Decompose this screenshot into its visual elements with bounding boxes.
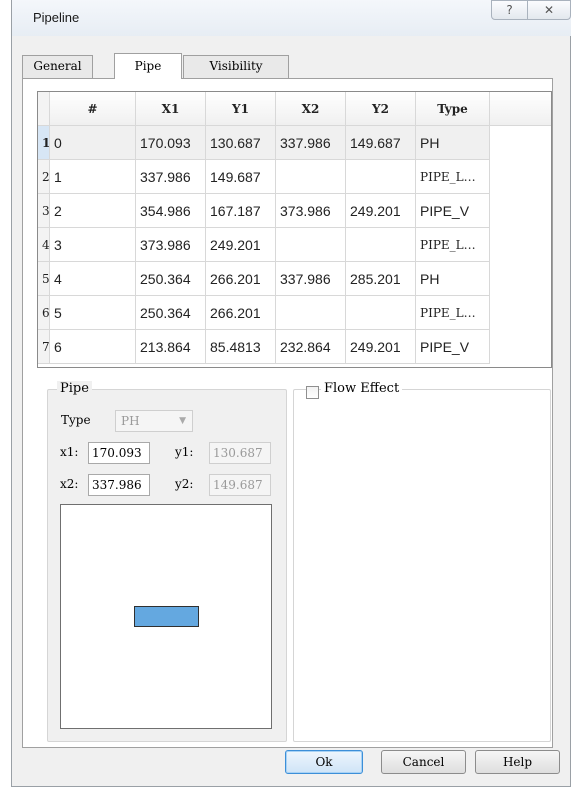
cell-index[interactable]: 5 (50, 296, 136, 330)
cell-x1[interactable]: 250.364 (136, 262, 206, 296)
cell-y1[interactable]: 85.4813 (206, 330, 276, 364)
col-header-type[interactable]: Type (416, 92, 490, 126)
y1-label: y1: (175, 445, 194, 459)
x2-label: x2: (60, 477, 79, 491)
col-header-index[interactable]: # (50, 92, 136, 126)
cell-y2[interactable]: 249.201 (346, 194, 416, 228)
cell-x2[interactable]: 373.986 (276, 194, 346, 228)
pipe-group-title: Pipe (57, 381, 92, 396)
close-icon[interactable]: ✕ (527, 0, 571, 20)
cell-index[interactable]: 1 (50, 160, 136, 194)
pipe-table[interactable]: # X1 Y1 X2 Y2 Type 1 0 170.093 130.687 3… (37, 91, 552, 368)
type-combobox[interactable]: PH ▼ (115, 410, 193, 432)
cell-y1[interactable]: 167.187 (206, 194, 276, 228)
flow-effect-checkbox[interactable] (306, 386, 319, 399)
cell-x1[interactable]: 354.986 (136, 194, 206, 228)
cell-type[interactable]: PH (416, 126, 490, 160)
col-header-x1[interactable]: X1 (136, 92, 206, 126)
table-header: # X1 Y1 X2 Y2 Type (38, 92, 551, 126)
cell-x1[interactable]: 170.093 (136, 126, 206, 160)
cell-index[interactable]: 4 (50, 262, 136, 296)
cell-index[interactable]: 0 (50, 126, 136, 160)
table-row[interactable]: 5 4 250.364 266.201 337.986 285.201 PH (38, 262, 551, 296)
table-row[interactable]: 2 1 337.986 149.687 PIPE_L… (38, 160, 551, 194)
pipe-preview-shape (134, 606, 199, 627)
flow-effect-groupbox: Flow Effect (293, 381, 551, 742)
row-header[interactable]: 6 (38, 296, 50, 330)
row-header[interactable]: 2 (38, 160, 50, 194)
tab-pipe[interactable]: Pipe (114, 53, 182, 79)
cell-y1[interactable]: 130.687 (206, 126, 276, 160)
cell-y2[interactable] (346, 296, 416, 330)
cell-y1[interactable]: 266.201 (206, 296, 276, 330)
corner-cell (38, 92, 50, 126)
flow-effect-label[interactable]: Flow Effect (321, 381, 403, 396)
cell-x1[interactable]: 250.364 (136, 296, 206, 330)
cell-y2[interactable] (346, 160, 416, 194)
cell-y2[interactable]: 285.201 (346, 262, 416, 296)
table-row[interactable]: 1 0 170.093 130.687 337.986 149.687 PH (38, 126, 551, 160)
cell-index[interactable]: 3 (50, 228, 136, 262)
y1-field[interactable]: 130.687 (209, 442, 271, 464)
type-combobox-value: PH (121, 414, 140, 428)
row-header[interactable]: 3 (38, 194, 50, 228)
cell-type[interactable]: PIPE_V (416, 330, 490, 364)
x2-field[interactable]: 337.986 (88, 474, 150, 496)
cell-y2[interactable]: 249.201 (346, 330, 416, 364)
y2-label: y2: (175, 477, 194, 491)
cell-x1[interactable]: 373.986 (136, 228, 206, 262)
type-label: Type (61, 413, 91, 427)
cell-x2[interactable]: 337.986 (276, 262, 346, 296)
cell-y1[interactable]: 249.201 (206, 228, 276, 262)
cell-x2[interactable] (276, 160, 346, 194)
help-button[interactable]: Help (475, 750, 560, 774)
cell-index[interactable]: 6 (50, 330, 136, 364)
table-row[interactable]: 4 3 373.986 249.201 PIPE_L… (38, 228, 551, 262)
row-header[interactable]: 4 (38, 228, 50, 262)
window-title: Pipeline (33, 10, 80, 25)
cell-y2[interactable] (346, 228, 416, 262)
cell-x2[interactable] (276, 296, 346, 330)
row-header[interactable]: 5 (38, 262, 50, 296)
ok-button[interactable]: Ok (285, 750, 363, 774)
cell-type[interactable]: PIPE_L… (416, 296, 490, 330)
table-row[interactable]: 6 5 250.364 266.201 PIPE_L… (38, 296, 551, 330)
table-row[interactable]: 3 2 354.986 167.187 373.986 249.201 PIPE… (38, 194, 551, 228)
tab-visibility[interactable]: Visibility (183, 55, 289, 78)
col-header-filler (490, 92, 551, 126)
tab-general[interactable]: General (22, 55, 93, 78)
cell-type[interactable]: PIPE_L… (416, 228, 490, 262)
col-header-y1[interactable]: Y1 (206, 92, 276, 126)
cell-x2[interactable] (276, 228, 346, 262)
row-header[interactable]: 7 (38, 330, 50, 364)
cell-type[interactable]: PH (416, 262, 490, 296)
cancel-button[interactable]: Cancel (381, 750, 466, 774)
table-row[interactable]: 7 6 213.864 85.4813 232.864 249.201 PIPE… (38, 330, 551, 364)
cell-type[interactable]: PIPE_V (416, 194, 490, 228)
col-header-x2[interactable]: X2 (276, 92, 346, 126)
cell-type[interactable]: PIPE_L… (416, 160, 490, 194)
cell-x2[interactable]: 232.864 (276, 330, 346, 364)
pipe-preview-canvas[interactable] (60, 504, 272, 729)
help-icon[interactable]: ? (491, 0, 528, 20)
cell-y1[interactable]: 266.201 (206, 262, 276, 296)
x1-field[interactable]: 170.093 (88, 442, 150, 464)
row-header[interactable]: 1 (38, 126, 50, 160)
cell-x1[interactable]: 213.864 (136, 330, 206, 364)
cell-y1[interactable]: 149.687 (206, 160, 276, 194)
cell-index[interactable]: 2 (50, 194, 136, 228)
cell-y2[interactable]: 149.687 (346, 126, 416, 160)
chevron-down-icon: ▼ (179, 416, 186, 426)
col-header-y2[interactable]: Y2 (346, 92, 416, 126)
title-bar: Pipeline ? ✕ (12, 0, 571, 36)
x1-label: x1: (60, 445, 79, 459)
cell-x1[interactable]: 337.986 (136, 160, 206, 194)
cell-x2[interactable]: 337.986 (276, 126, 346, 160)
y2-field[interactable]: 149.687 (209, 474, 271, 496)
